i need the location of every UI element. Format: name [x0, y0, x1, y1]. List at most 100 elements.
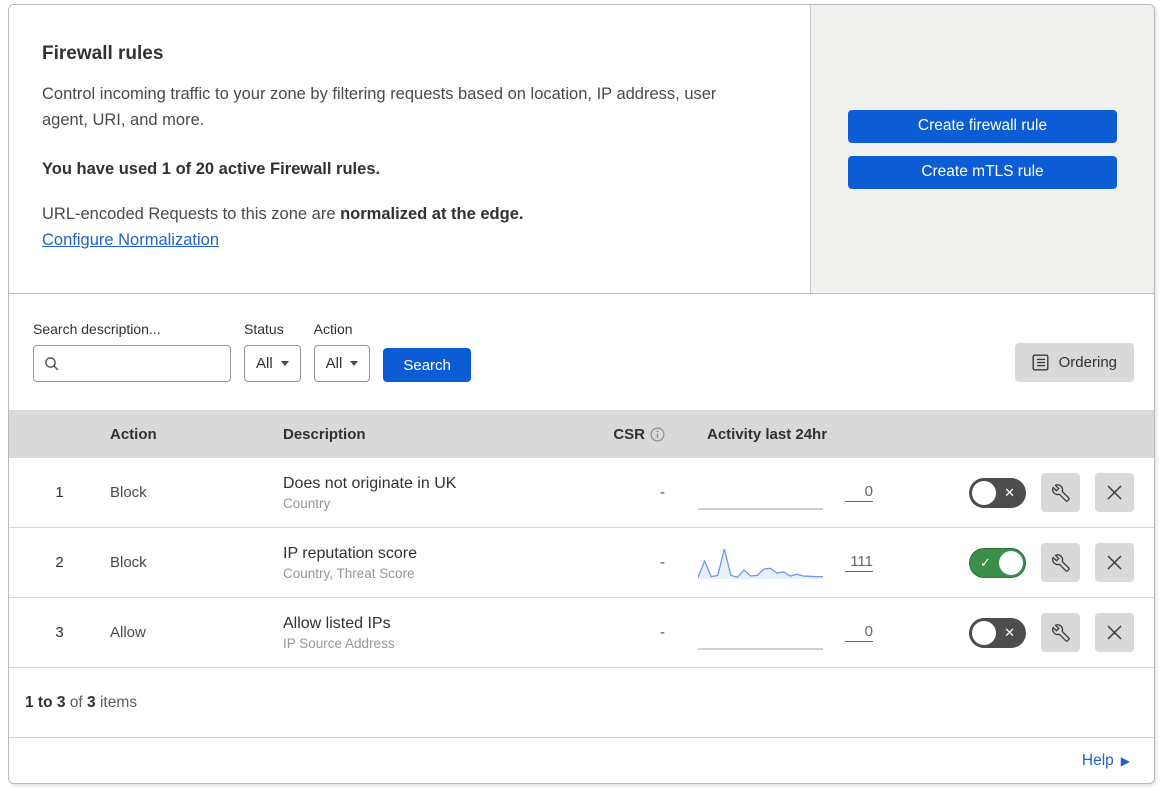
normalization-prefix: URL-encoded Requests to this zone are: [42, 205, 341, 224]
pagination-total: 3: [87, 693, 96, 711]
rule-activity-cell: 111: [665, 543, 895, 583]
activity-sparkline: [698, 647, 823, 650]
rule-activity-cell: 0: [665, 613, 895, 653]
rule-enabled-toggle[interactable]: ✕: [969, 477, 1026, 508]
chevron-down-icon: [350, 361, 359, 366]
rule-action: Block: [110, 554, 147, 571]
status-filter-group: Status All: [244, 321, 301, 382]
ordering-list-icon: [1032, 354, 1049, 371]
create-mtls-rule-button[interactable]: Create mTLS rule: [848, 155, 1117, 189]
rule-action: Allow: [110, 624, 146, 641]
rule-enabled-toggle[interactable]: ✓: [969, 547, 1026, 578]
rule-csr-value: -: [660, 624, 665, 641]
action-filter-group: Action All: [313, 321, 371, 382]
rule-description-cell: Does not originate in UK Country: [283, 475, 603, 511]
delete-rule-button[interactable]: [1095, 613, 1134, 652]
pagination-of: of: [65, 693, 88, 711]
rule-controls: ✓: [895, 543, 1154, 582]
rule-csr-value: -: [660, 554, 665, 571]
help-link[interactable]: Help ▶: [1082, 752, 1130, 770]
col-header-activity: Activity last 24hr: [707, 425, 828, 443]
status-dropdown[interactable]: All: [244, 345, 301, 382]
activity-sparkline: [698, 548, 823, 579]
csr-info-icon[interactable]: [650, 426, 665, 442]
intro-card: Firewall rules Control incoming traffic …: [9, 5, 811, 293]
activity-count-link[interactable]: 0: [845, 483, 873, 502]
rule-fields: Country: [283, 495, 331, 511]
action-dropdown-value: All: [325, 355, 343, 372]
col-header-csr: CSR: [603, 426, 665, 443]
search-input[interactable]: [33, 345, 231, 382]
pagination-items: items: [95, 693, 137, 711]
toggle-knob: [999, 550, 1023, 575]
ordering-button-label: Ordering: [1058, 354, 1117, 371]
rule-description-cell: Allow listed IPs IP Source Address: [283, 615, 603, 651]
close-icon: [1107, 625, 1122, 640]
activity-sparkline: [698, 507, 823, 510]
toggle-state-icon: ✕: [1004, 624, 1015, 640]
search-icon: [45, 356, 59, 371]
page-title: Firewall rules: [42, 43, 164, 64]
wrench-icon: [1051, 623, 1070, 642]
table-row: 3 Allow Allow listed IPs IP Source Addre…: [9, 598, 1154, 668]
wrench-icon: [1051, 553, 1070, 572]
firewall-rules-panel: Firewall rules Control incoming traffic …: [8, 4, 1155, 784]
edit-rule-button[interactable]: [1041, 473, 1080, 512]
rule-action: Block: [110, 484, 147, 501]
action-label: Action: [313, 321, 353, 337]
top-section: Firewall rules Control incoming traffic …: [9, 5, 1154, 294]
table-row: 1 Block Does not originate in UK Country…: [9, 458, 1154, 528]
toggle-knob: [972, 620, 996, 645]
edit-rule-button[interactable]: [1041, 613, 1080, 652]
col-header-description: Description: [283, 425, 366, 443]
activity-count-link[interactable]: 0: [845, 623, 873, 642]
status-dropdown-value: All: [256, 355, 273, 372]
search-label: Search description...: [33, 321, 161, 337]
help-link-label: Help: [1081, 751, 1114, 769]
action-dropdown[interactable]: All: [313, 345, 371, 382]
activity-count-link[interactable]: 111: [845, 553, 873, 572]
help-row: Help ▶: [9, 738, 1154, 783]
pagination-summary: 1 to 3 of 3 items: [9, 668, 1154, 738]
toggle-state-icon: ✕: [1004, 484, 1015, 500]
rule-priority: 1: [55, 484, 64, 501]
delete-rule-button[interactable]: [1095, 543, 1134, 582]
col-header-action: Action: [110, 425, 157, 443]
close-icon: [1107, 555, 1122, 570]
status-label: Status: [244, 321, 284, 337]
rule-fields: Country, Threat Score: [283, 565, 415, 581]
rule-priority: 2: [55, 554, 64, 571]
rule-description: Does not originate in UK: [283, 474, 457, 492]
normalization-text: URL-encoded Requests to this zone are no…: [42, 205, 770, 224]
rule-controls: ✕: [895, 613, 1154, 652]
rule-controls: ✕: [895, 473, 1154, 512]
edit-rule-button[interactable]: [1041, 543, 1080, 582]
rule-csr-value: -: [660, 484, 665, 501]
rule-fields: IP Source Address: [283, 635, 395, 651]
table-row: 2 Block IP reputation score Country, Thr…: [9, 528, 1154, 598]
wrench-icon: [1051, 483, 1070, 502]
actions-panel: Create firewall rule Create mTLS rule: [811, 5, 1154, 293]
search-button[interactable]: Search: [383, 348, 471, 382]
create-firewall-rule-button[interactable]: Create firewall rule: [848, 109, 1117, 143]
toggle-state-icon: ✓: [980, 554, 991, 570]
rule-activity-cell: 0: [665, 473, 895, 513]
table-header: Action Description CSR Activity last 24h…: [9, 410, 1154, 458]
normalization-bold: normalized at the edge.: [340, 205, 524, 224]
rule-description: IP reputation score: [283, 544, 418, 562]
configure-normalization-link[interactable]: Configure Normalization: [42, 231, 219, 250]
usage-text: You have used 1 of 20 active Firewall ru…: [42, 160, 381, 179]
ordering-button[interactable]: Ordering: [1014, 343, 1134, 382]
rule-description: Allow listed IPs: [283, 614, 391, 632]
page-description: Control incoming traffic to your zone by…: [42, 85, 717, 130]
toggle-knob: [972, 480, 996, 505]
pagination-range: 1 to 3: [25, 693, 66, 711]
csr-label: CSR: [613, 425, 645, 443]
search-group: Search description...: [33, 321, 231, 382]
rule-enabled-toggle[interactable]: ✕: [969, 617, 1026, 648]
delete-rule-button[interactable]: [1095, 473, 1134, 512]
help-arrow-icon: ▶: [1120, 753, 1130, 768]
rule-description-cell: IP reputation score Country, Threat Scor…: [283, 545, 603, 581]
rule-priority: 3: [55, 624, 64, 641]
filter-bar: Search description... Status All Action …: [9, 294, 1154, 410]
